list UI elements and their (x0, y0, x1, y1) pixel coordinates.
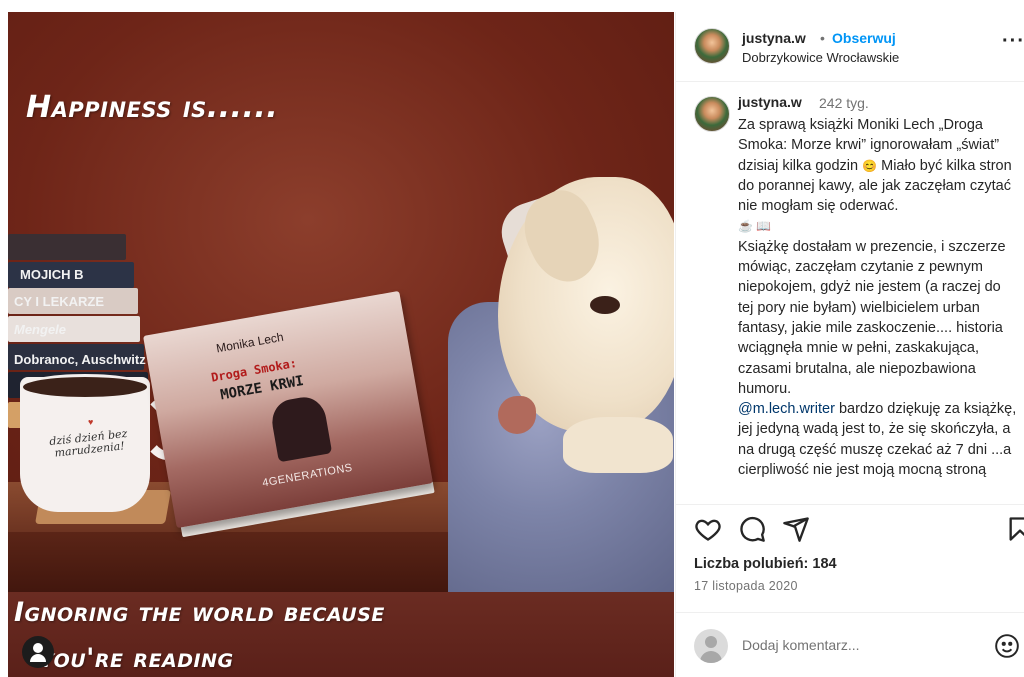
photo-caption-bottom-line2: you're reading (40, 643, 234, 674)
heart-icon[interactable] (694, 515, 722, 543)
coffee-book-emoji-icon: ☕ 📖 (738, 219, 772, 234)
photo-caption-bottom: Ignoring the world because you're readin… (14, 590, 614, 677)
book-spine (8, 234, 126, 260)
more-options-icon[interactable]: ··· (1002, 30, 1024, 53)
post-side-panel: justyna.w • Obserwuj Dobrzykowice Wrocła… (675, 12, 1024, 677)
comment-icon[interactable] (738, 515, 766, 543)
book-spine-text: Mengele (14, 322, 67, 337)
avatar[interactable] (694, 28, 730, 64)
book-spine-text: Dobranoc, Auschwitz (14, 352, 146, 367)
caption-paragraph: Za sprawą książki Moniki Lech „Droga Smo… (738, 115, 1018, 216)
book-spine-text: CY I LEKARZE (14, 294, 105, 309)
follow-button[interactable]: Obserwuj (832, 30, 896, 46)
caption-paragraph: Książkę dostałam w prezencie, i szczerze… (738, 237, 1018, 399)
person-tag-icon[interactable] (22, 636, 54, 668)
photo-caption-top: Happiness is...... (26, 90, 279, 125)
avatar[interactable] (694, 96, 730, 132)
caption-username[interactable]: justyna.w (738, 94, 802, 110)
post-header: justyna.w • Obserwuj Dobrzykowice Wrocła… (676, 12, 1024, 82)
smile-emoji-icon: 😊 (862, 158, 878, 173)
caption-scroll-area[interactable]: justyna.w 242 tyg. Za sprawą książki Mon… (676, 82, 1024, 504)
post-date[interactable]: 17 listopada 2020 (694, 579, 798, 593)
post-photo[interactable]: MOJICH B CY I LEKARZE Mengele Dobranoc, … (8, 12, 674, 677)
post-caption: Za sprawą książki Moniki Lech „Droga Smo… (738, 115, 1018, 480)
avatar (694, 629, 728, 663)
mention-link[interactable]: @m.lech.writer (738, 401, 835, 417)
action-bar (676, 504, 1024, 544)
add-comment-bar (676, 612, 1024, 677)
dog-nose (498, 396, 536, 434)
coffee-surface (20, 374, 150, 400)
dog-eye (590, 296, 620, 314)
comment-input[interactable] (742, 637, 962, 653)
separator-dot: • (820, 30, 825, 46)
photo-caption-bottom-line1: Ignoring the world because (14, 597, 385, 628)
caption-paragraph: @m.lech.writer bardzo dziękuję za książk… (738, 399, 1018, 480)
caption-text: Książkę dostałam w prezencie, i szczerze… (738, 238, 1006, 397)
emoji-icon[interactable] (994, 633, 1020, 659)
heart-decoration-icon: ♥ (88, 417, 94, 427)
caption-time[interactable]: 242 tyg. (819, 95, 869, 111)
save-icon[interactable] (1006, 515, 1024, 543)
header-username[interactable]: justyna.w (742, 30, 806, 46)
likes-count[interactable]: Liczba polubień: 184 (694, 556, 837, 572)
dog-paw (563, 417, 673, 473)
book-spine-text: MOJICH B (20, 267, 84, 282)
share-icon[interactable] (782, 515, 810, 543)
location-link[interactable]: Dobrzykowice Wrocławskie (742, 50, 899, 65)
